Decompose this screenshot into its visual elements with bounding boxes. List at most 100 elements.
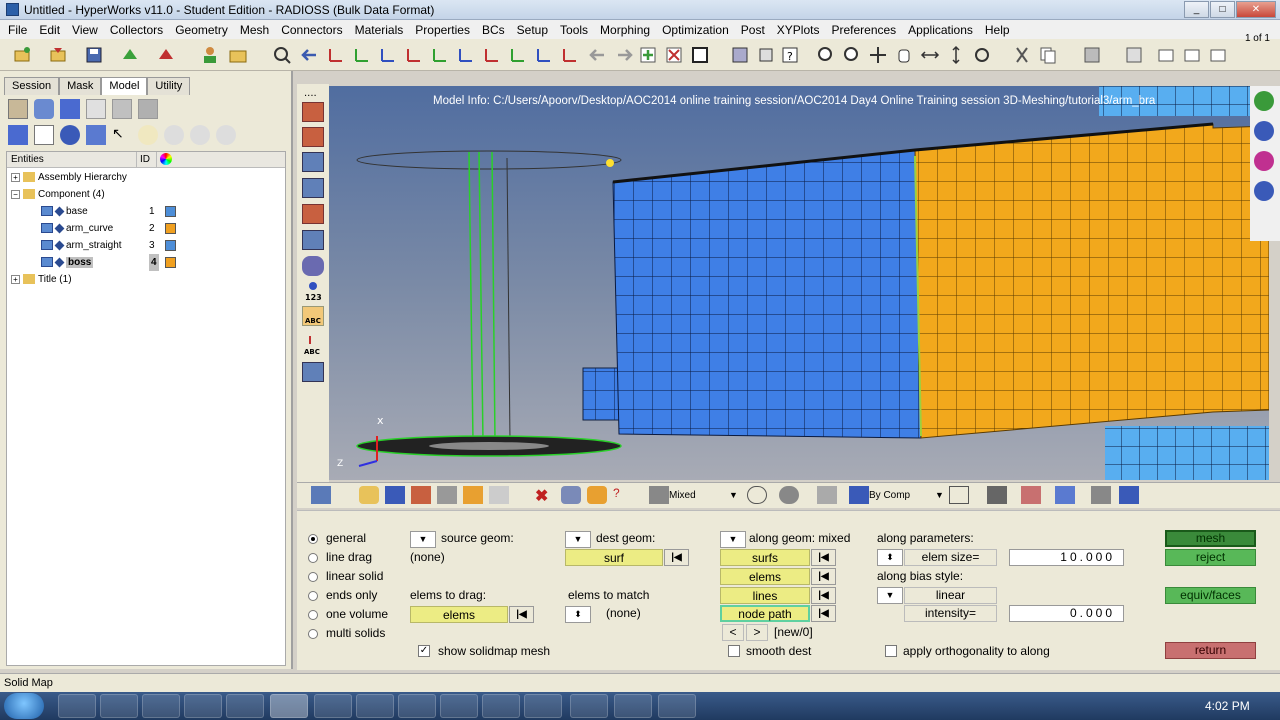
apply-orthogonality-checkbox[interactable] — [885, 645, 897, 657]
window-1-icon[interactable] — [1156, 45, 1176, 65]
checkerboard-icon[interactable] — [1082, 45, 1102, 65]
dest-geom-reset-icon[interactable]: |◀ — [664, 549, 689, 566]
menu-dots-icon[interactable]: .... — [302, 84, 324, 104]
view-front-icon[interactable] — [534, 45, 554, 65]
mesh-display-icon[interactable] — [302, 102, 324, 122]
color-mode-dropdown[interactable]: By Comp — [869, 487, 939, 504]
taskbar-folder-icon[interactable] — [524, 694, 562, 718]
window-2-icon[interactable] — [1182, 45, 1202, 65]
along-node-path-button[interactable]: node path — [720, 605, 810, 622]
intensity-input[interactable]: 0.000 — [1009, 605, 1124, 622]
radio-line-drag[interactable] — [308, 553, 318, 563]
tree-row-component[interactable]: − Component (4) — [11, 186, 281, 203]
menu-applications[interactable]: Applications — [902, 20, 979, 39]
along-lines-button[interactable]: lines — [720, 587, 810, 604]
taskbar-chrome-icon[interactable] — [184, 694, 222, 718]
question-icon[interactable]: ? — [613, 486, 633, 504]
component-view-icon[interactable] — [8, 99, 28, 119]
pan-hand-icon[interactable] — [894, 45, 914, 65]
cut-icon[interactable] — [1012, 45, 1032, 65]
menu-xyplots[interactable]: XYPlots — [771, 20, 826, 39]
taskbar-ie-icon[interactable] — [58, 694, 96, 718]
maximize-button[interactable]: □ — [1210, 1, 1235, 18]
visual-icon[interactable] — [385, 486, 405, 504]
zoom-icon[interactable] — [272, 45, 292, 65]
mesh-button[interactable]: mesh — [1165, 530, 1256, 547]
show-one-icon[interactable] — [190, 125, 210, 145]
rotate-left-icon[interactable] — [300, 45, 320, 65]
tree-row-base[interactable]: base 1 — [41, 203, 281, 220]
graphics-viewport[interactable]: x Z Model Info: C:/Users/Apoorv/Desktop/… — [329, 86, 1269, 480]
radio-ends-only[interactable] — [308, 591, 318, 601]
copy-icon[interactable] — [1038, 45, 1058, 65]
menu-tools[interactable]: Tools — [554, 20, 594, 39]
minimize-button[interactable]: _ — [1184, 1, 1209, 18]
taskbar-spreadsheet-icon[interactable] — [356, 694, 394, 718]
solver-view-icon[interactable] — [138, 99, 158, 119]
view-yz-icon[interactable] — [352, 45, 372, 65]
find-icon[interactable] — [489, 486, 509, 504]
text-abc-icon[interactable]: ABC — [302, 334, 324, 356]
col-entities[interactable]: Entities — [7, 152, 137, 167]
menu-optimization[interactable]: Optimization — [656, 20, 735, 39]
undo-icon[interactable] — [588, 45, 608, 65]
taskbar-app-icon[interactable] — [226, 694, 264, 718]
feature-icon[interactable] — [302, 204, 324, 224]
along-surfs-button[interactable]: surfs — [720, 549, 810, 566]
tab-utility[interactable]: Utility — [147, 77, 191, 95]
color-swatch[interactable] — [165, 206, 176, 217]
radio-general[interactable] — [308, 534, 318, 544]
model-view[interactable]: x Z — [329, 86, 1269, 480]
radio-linear-solid[interactable] — [308, 572, 318, 582]
save-icon[interactable] — [84, 45, 104, 65]
menu-help[interactable]: Help — [979, 20, 1016, 39]
tree-row-assembly[interactable]: + Assembly Hierarchy — [11, 169, 127, 186]
view-left-icon[interactable] — [430, 45, 450, 65]
rotate-icon[interactable] — [972, 45, 992, 65]
menu-collectors[interactable]: Collectors — [104, 20, 169, 39]
radio-one-volume[interactable] — [308, 610, 318, 620]
chevron-down-icon[interactable]: ▼ — [729, 487, 739, 504]
view-bottom-icon[interactable] — [508, 45, 528, 65]
list-icon[interactable] — [34, 125, 54, 145]
view-top-icon[interactable] — [482, 45, 502, 65]
menu-preferences[interactable]: Preferences — [825, 20, 902, 39]
wireframe-icon[interactable] — [302, 178, 324, 198]
zoom-fit-icon[interactable] — [842, 45, 862, 65]
cursor-icon[interactable]: ↖ — [112, 125, 132, 145]
menu-geometry[interactable]: Geometry — [169, 20, 234, 39]
menu-materials[interactable]: Materials — [349, 20, 410, 39]
element-display-icon[interactable] — [302, 127, 324, 147]
menu-properties[interactable]: Properties — [409, 20, 476, 39]
grid-small-icon[interactable] — [1091, 486, 1111, 504]
visibility-icon[interactable] — [54, 223, 65, 234]
transparency-icon[interactable] — [302, 230, 324, 250]
node-path-prev-button[interactable]: < — [722, 624, 744, 641]
color-swatch[interactable] — [165, 257, 176, 268]
import-icon[interactable] — [48, 45, 68, 65]
tab-model[interactable]: Model — [101, 77, 148, 95]
solid-cube-icon[interactable] — [987, 486, 1007, 504]
green-tool-icon[interactable] — [1254, 91, 1274, 111]
light-icon[interactable] — [138, 125, 158, 145]
taskbar-explorer-icon[interactable] — [100, 694, 138, 718]
close-button[interactable]: ✕ — [1236, 1, 1276, 18]
open-model-icon[interactable] — [12, 45, 32, 65]
view-right-icon[interactable] — [456, 45, 476, 65]
frame-icon[interactable] — [690, 45, 710, 65]
grid-icon[interactable] — [730, 45, 750, 65]
monitor-icon[interactable] — [1119, 486, 1139, 504]
along-surfs-reset-icon[interactable]: |◀ — [811, 549, 836, 566]
equiv-faces-button[interactable]: equiv/faces — [1165, 587, 1256, 604]
taskbar-snowflake-icon[interactable] — [614, 694, 652, 718]
include-view-icon[interactable] — [112, 99, 132, 119]
elem-size-toggle[interactable]: ⬍ — [877, 549, 903, 566]
plane-icon[interactable] — [1021, 486, 1041, 504]
elems-to-drag-reset-icon[interactable]: |◀ — [509, 606, 534, 623]
settings-tool-icon[interactable] — [1254, 181, 1274, 201]
export-solver-icon[interactable] — [156, 45, 176, 65]
taskbar-document-icon[interactable] — [482, 694, 520, 718]
center-icon[interactable] — [868, 45, 888, 65]
along-elems-reset-icon[interactable]: |◀ — [811, 568, 836, 585]
shaded-icon[interactable] — [779, 486, 799, 504]
